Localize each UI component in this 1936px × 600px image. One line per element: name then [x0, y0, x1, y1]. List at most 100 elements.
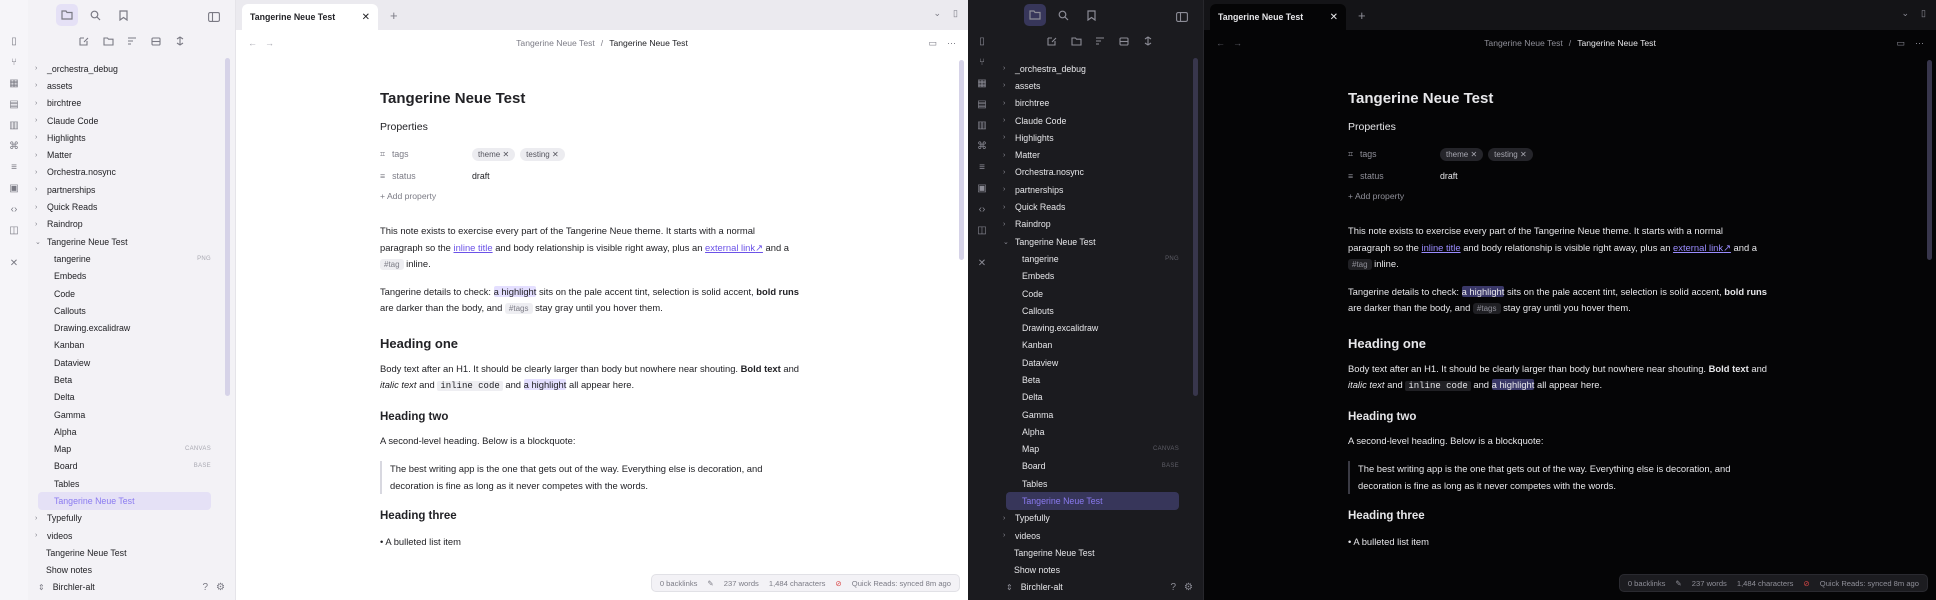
sort-icon[interactable] [124, 33, 140, 49]
tree-file[interactable]: Map CANVAS [28, 441, 219, 458]
tree-folder[interactable]: › birchtree [28, 95, 219, 112]
tree-folder[interactable]: › Raindrop [996, 216, 1187, 233]
graph-icon[interactable]: ⑂ [975, 57, 989, 69]
calendar-icon[interactable]: ▤ [7, 99, 21, 111]
tree-folder[interactable]: › Claude Code [28, 112, 219, 129]
book-icon[interactable]: ▥ [975, 120, 989, 132]
chevron-right-icon[interactable]: › [35, 532, 47, 539]
tree-file[interactable]: Alpha [28, 423, 219, 440]
chevron-right-icon[interactable]: › [1003, 169, 1015, 176]
collapse-icon[interactable] [148, 33, 164, 49]
property-tags[interactable]: ⌗ tags theme ✕ testing ✕ [380, 143, 800, 165]
settings-icon[interactable]: ⚙ [1184, 582, 1193, 593]
tree-folder[interactable]: › Quick Reads [28, 198, 219, 215]
properties-heading[interactable]: Properties [1348, 121, 1768, 133]
external-link[interactable]: external link [1673, 242, 1723, 253]
chevron-right-icon[interactable]: › [35, 65, 47, 72]
chevron-right-icon[interactable]: › [1003, 221, 1015, 228]
vault-switcher[interactable]: ⇕ Birchler-alt ? ⚙ [996, 574, 1203, 600]
tree-folder[interactable]: › Orchestra.nosync [996, 164, 1187, 181]
reveal-icon[interactable] [1140, 33, 1156, 49]
sync-status[interactable]: Quick Reads: synced 8m ago [852, 579, 951, 588]
search-icon[interactable] [84, 4, 106, 26]
sort-icon[interactable] [1092, 33, 1108, 49]
chevron-right-icon[interactable]: › [35, 82, 47, 89]
tree-folder[interactable]: › Claude Code [996, 112, 1187, 129]
more-options-icon[interactable]: ⋯ [1915, 38, 1924, 49]
tree-folder[interactable]: › Orchestra.nosync [28, 164, 219, 181]
help-icon[interactable]: ? [1170, 582, 1176, 593]
editor-scrollbar[interactable] [1927, 60, 1932, 260]
reading-mode-icon[interactable]: ▭ [1896, 38, 1905, 49]
sidebar-toggle-icon[interactable] [203, 6, 225, 28]
bookmark-icon[interactable] [1080, 4, 1102, 26]
edit-icon[interactable]: ✎ [707, 579, 713, 588]
tools-icon[interactable]: ✕ [7, 258, 21, 270]
tree-folder[interactable]: › assets [28, 77, 219, 94]
chevron-right-icon[interactable]: › [35, 221, 47, 228]
chevron-right-icon[interactable]: › [35, 117, 47, 124]
graph-icon[interactable]: ⑂ [7, 57, 21, 69]
tree-file[interactable]: Map CANVAS [996, 441, 1187, 458]
breadcrumb-current[interactable]: Tangerine Neue Test [1577, 38, 1656, 48]
tree-folder[interactable]: › Highlights [996, 129, 1187, 146]
tree-file[interactable]: Drawing.excalidraw [996, 319, 1187, 336]
breadcrumb-parent[interactable]: Tangerine Neue Test [516, 38, 595, 48]
tree-file[interactable]: Gamma [996, 406, 1187, 423]
add-property-button[interactable]: + Add property [1348, 191, 1768, 201]
chevron-right-icon[interactable]: › [1003, 134, 1015, 141]
property-value-status[interactable]: draft [1440, 171, 1458, 181]
close-icon[interactable]: ✕ [1330, 12, 1338, 23]
calendar-icon[interactable]: ▤ [975, 99, 989, 111]
tree-file[interactable]: Code [28, 285, 219, 302]
collapse-icon[interactable] [1116, 33, 1132, 49]
property-status[interactable]: ≡ status draft [1348, 165, 1768, 187]
new-folder-icon[interactable] [1068, 33, 1084, 49]
external-link[interactable]: external link [705, 242, 755, 253]
inline-title[interactable]: Tangerine Neue Test [380, 90, 800, 107]
command-icon[interactable]: ⌘ [975, 141, 989, 153]
chevron-right-icon[interactable]: › [35, 169, 47, 176]
tree-folder[interactable]: › Raindrop [28, 216, 219, 233]
right-sidebar-toggle-icon[interactable]: ▯ [953, 8, 958, 19]
new-tab-icon[interactable]: + [1358, 8, 1366, 23]
grid-icon[interactable]: ▦ [7, 78, 21, 90]
tree-file[interactable]: Gamma [28, 406, 219, 423]
chevron-right-icon[interactable]: › [1003, 100, 1015, 107]
tree-file[interactable]: tangerine PNG [996, 250, 1187, 267]
chevron-down-icon[interactable]: ⌄ [934, 8, 942, 19]
tree-file[interactable]: Tangerine Neue Test [1006, 492, 1179, 510]
tree-file[interactable]: Callouts [996, 302, 1187, 319]
backlinks-count[interactable]: 0 backlinks [1628, 579, 1666, 588]
tree-file[interactable]: tangerine PNG [28, 250, 219, 267]
tree-folder[interactable]: ⌄ Tangerine Neue Test [996, 233, 1187, 250]
tree-folder[interactable]: › partnerships [996, 181, 1187, 198]
tree-folder[interactable]: › Matter [28, 146, 219, 163]
tree-folder[interactable]: › Typefully [996, 510, 1187, 527]
tag-pill[interactable]: testing ✕ [1488, 147, 1533, 161]
search-icon[interactable] [1052, 4, 1074, 26]
tree-file[interactable]: Tables [28, 475, 219, 492]
tree-file[interactable]: Board BASE [996, 458, 1187, 475]
archive-icon[interactable]: ▣ [975, 183, 989, 195]
code-icon[interactable]: ‹› [7, 204, 21, 216]
tree-file[interactable]: Kanban [28, 337, 219, 354]
sync-icon[interactable]: ⊘ [1803, 579, 1809, 588]
chevron-right-icon[interactable]: › [35, 152, 47, 159]
list-icon[interactable]: ≡ [7, 162, 21, 174]
tree-folder[interactable]: › birchtree [996, 95, 1187, 112]
file-icon[interactable]: ▯ [975, 36, 989, 48]
add-property-button[interactable]: + Add property [380, 191, 800, 201]
sync-status[interactable]: Quick Reads: synced 8m ago [1820, 579, 1919, 588]
tree-file[interactable]: Dataview [996, 354, 1187, 371]
chevron-right-icon[interactable]: › [1003, 65, 1015, 72]
tree-file[interactable]: Beta [28, 371, 219, 388]
tree-folder[interactable]: › Matter [996, 146, 1187, 163]
tree-folder[interactable]: › Highlights [28, 129, 219, 146]
tree-folder[interactable]: › Quick Reads [996, 198, 1187, 215]
folder-icon[interactable] [1024, 4, 1046, 26]
nav-arrows-icon[interactable]: ←→ [248, 38, 282, 48]
chevron-right-icon[interactable]: › [35, 134, 47, 141]
inline-tag[interactable]: #tag [380, 259, 404, 270]
help-icon[interactable]: ? [202, 582, 208, 593]
